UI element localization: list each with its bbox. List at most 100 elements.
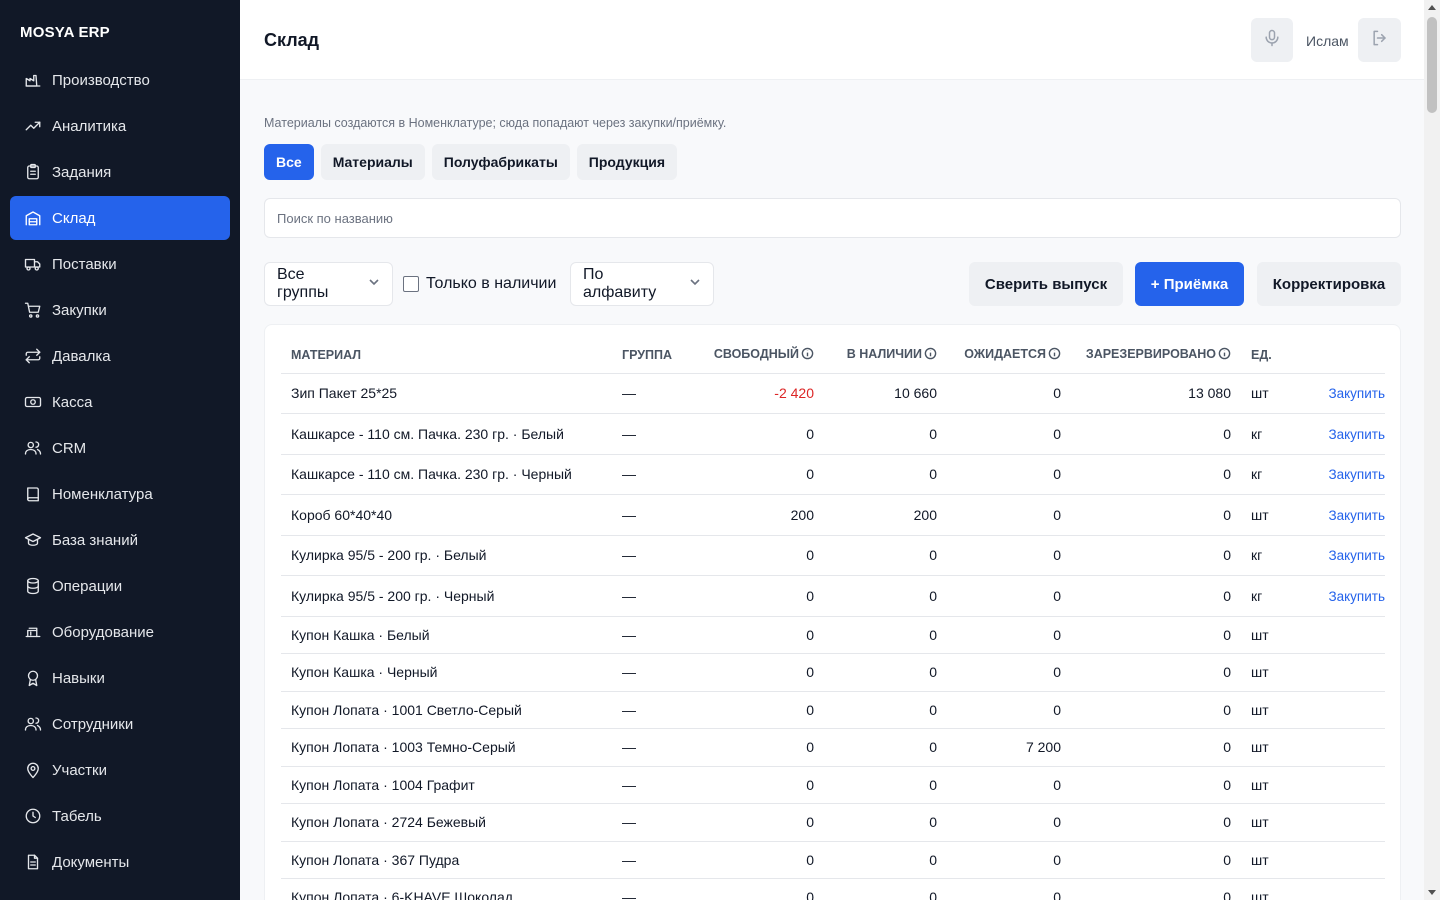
cell-actions — [1291, 766, 1385, 804]
table-row[interactable]: Кулирка 95/5 - 200 гр. · Черный —0 0 0 0 кг За… — [281, 575, 1385, 617]
sidebar-item-label: Аналитика — [52, 117, 127, 135]
sidebar-item-file-text[interactable]: Документы — [10, 840, 230, 884]
cell-in-stock: 0 — [818, 878, 941, 900]
cell-in-stock: 0 — [818, 653, 941, 692]
sidebar-item-clock[interactable]: Табель — [10, 794, 230, 838]
user-name[interactable]: Ислам — [1306, 33, 1349, 49]
table-row[interactable]: Купон Лопата · 367 Пудра —0 0 0 0 шт — [281, 841, 1385, 879]
in-stock-checkbox[interactable] — [403, 276, 419, 292]
table-row[interactable]: Купон Лопата · 1001 Светло-Серый —0 0 0 0 шт — [281, 691, 1385, 729]
header: Склад Ислам — [240, 0, 1424, 80]
sidebar-item-team[interactable]: Сотрудники — [10, 702, 230, 746]
cell-free: 0 — [692, 616, 818, 654]
table-row[interactable]: Купон Кашка · Черный —0 0 0 0 шт — [281, 653, 1385, 692]
tab-0[interactable]: Все — [264, 144, 314, 180]
cell-free: 0 — [692, 653, 818, 692]
cell-reserved: 0 — [1065, 728, 1235, 767]
brand-logo: MOSYA ERP — [20, 24, 110, 41]
logout-button[interactable] — [1358, 18, 1401, 62]
scroll-thumb[interactable] — [1427, 17, 1437, 113]
sidebar-item-map-pin[interactable]: Участки — [10, 748, 230, 792]
buy-link[interactable]: Закупить — [1328, 467, 1385, 482]
buy-link[interactable]: Закупить — [1328, 548, 1385, 563]
sidebar-item-database[interactable]: Операции — [10, 564, 230, 608]
sidebar-item-cart[interactable]: Закупки — [10, 288, 230, 332]
sidebar-item-trending-up[interactable]: Аналитика — [10, 104, 230, 148]
sidebar-item-graduation-cap[interactable]: База знаний — [10, 518, 230, 562]
cell-expected: 0 — [941, 373, 1065, 414]
receive-button[interactable]: + Приёмка — [1135, 262, 1244, 306]
cell-in-stock: 0 — [818, 728, 941, 767]
chevron-down-icon — [679, 275, 701, 293]
cell-material: Купон Кашка · Черный — [281, 653, 622, 692]
info-icon[interactable] — [1218, 347, 1231, 363]
cell-unit: шт — [1235, 766, 1291, 804]
scroll-down-arrow-icon[interactable] — [1428, 890, 1436, 895]
cell-in-stock: 10 660 — [818, 373, 941, 414]
trending-up-icon — [24, 117, 42, 135]
buy-link[interactable]: Закупить — [1328, 427, 1385, 442]
sort-select-value: По алфавиту — [583, 266, 657, 301]
in-stock-filter[interactable]: Только в наличии — [403, 275, 556, 293]
sidebar-item-sewing-machine[interactable]: Оборудование — [10, 610, 230, 654]
sidebar-item-users[interactable]: CRM — [10, 426, 230, 470]
table-row[interactable]: Купон Кашка · Белый —0 0 0 0 шт — [281, 616, 1385, 654]
sidebar-item-label: Номенклатура — [52, 485, 153, 503]
cash-icon — [24, 393, 42, 411]
info-icon[interactable] — [1048, 347, 1061, 363]
main-content: Материалы создаются в Номенклатуре; сюда… — [240, 80, 1424, 900]
sidebar-item-warehouse[interactable]: Склад — [10, 196, 230, 240]
buy-link[interactable]: Закупить — [1328, 386, 1385, 401]
sort-select[interactable]: По алфавиту — [570, 262, 714, 306]
column-header-material[interactable]: Материал — [281, 337, 622, 374]
table-row[interactable]: Кашкарсе - 110 см. Пачка. 230 гр. · Белы… — [281, 413, 1385, 455]
column-header-expected[interactable]: Ожидается — [941, 337, 1065, 374]
sidebar-item-factory[interactable]: Производство — [10, 58, 230, 102]
cell-in-stock: 0 — [818, 575, 941, 617]
info-icon[interactable] — [924, 347, 937, 363]
table-row[interactable]: Купон Лопата · 1003 Темно-Серый —0 0 7 200 0… — [281, 728, 1385, 767]
table-row[interactable]: Купон Лопата · 1004 Графит —0 0 0 0 шт — [281, 766, 1385, 804]
verify-output-button[interactable]: Сверить выпуск — [969, 262, 1123, 306]
sidebar-item-truck[interactable]: Поставки — [10, 242, 230, 286]
sidebar-item-award[interactable]: Навыки — [10, 656, 230, 700]
sewing-machine-icon — [24, 623, 42, 641]
table-row[interactable]: Короб 60*40*40—200 200 0 0 шт Закупить — [281, 494, 1385, 536]
cell-material: Короб 60*40*40 — [281, 494, 622, 536]
table-row[interactable]: Зип Пакет 25*25— -2 420 10 660 0 13 080 шт Зак… — [281, 373, 1385, 414]
buy-link[interactable]: Закупить — [1328, 589, 1385, 604]
cell-expected: 0 — [941, 691, 1065, 729]
info-icon[interactable] — [801, 347, 814, 363]
microphone-button[interactable] — [1251, 18, 1293, 62]
sidebar-item-book[interactable]: Номенклатура — [10, 472, 230, 516]
page-scrollbar[interactable] — [1424, 0, 1440, 900]
cell-group: — — [622, 653, 692, 692]
cart-icon — [24, 301, 42, 319]
tab-3[interactable]: Продукция — [576, 144, 677, 180]
sidebar-item-arrows-swap[interactable]: Давалка — [10, 334, 230, 378]
sidebar-item-label: Сотрудники — [52, 715, 134, 733]
column-header-group[interactable]: Группа — [622, 337, 692, 374]
table-row[interactable]: Кашкарсе - 110 см. Пачка. 230 гр. · Черн… — [281, 454, 1385, 495]
search-input[interactable] — [264, 198, 1401, 238]
column-header-reserved[interactable]: Зарезервировано — [1065, 337, 1235, 374]
scroll-up-arrow-icon[interactable] — [1428, 5, 1436, 10]
cell-group: — — [622, 494, 692, 536]
tab-2[interactable]: Полуфабрикаты — [431, 144, 570, 180]
cell-in-stock: 0 — [818, 766, 941, 804]
cell-actions: Закупить — [1291, 413, 1385, 455]
sidebar-item-clipboard[interactable]: Задания — [10, 150, 230, 194]
group-select[interactable]: Все группы — [264, 262, 393, 306]
table-row[interactable]: Кулирка 95/5 - 200 гр. · Белый —0 0 0 0 кг Зак… — [281, 535, 1385, 576]
adjustment-button[interactable]: Корректировка — [1257, 262, 1401, 306]
column-header-free[interactable]: Свободный — [692, 337, 818, 374]
buy-link[interactable]: Закупить — [1328, 508, 1385, 523]
sidebar-item-label: Склад — [52, 209, 96, 227]
table-row[interactable]: Купон Лопата · 2724 Бежевый —0 0 0 0 шт — [281, 803, 1385, 842]
tab-1[interactable]: Материалы — [320, 144, 425, 180]
cell-reserved: 0 — [1065, 494, 1235, 536]
sidebar-item-cash[interactable]: Касса — [10, 380, 230, 424]
cell-in-stock: 0 — [818, 454, 941, 495]
table-row[interactable]: Купон Лопата · 6-KHAVE Шоколад —0 0 0 0 шт — [281, 878, 1385, 900]
column-header-in-stock[interactable]: В наличии — [818, 337, 941, 374]
